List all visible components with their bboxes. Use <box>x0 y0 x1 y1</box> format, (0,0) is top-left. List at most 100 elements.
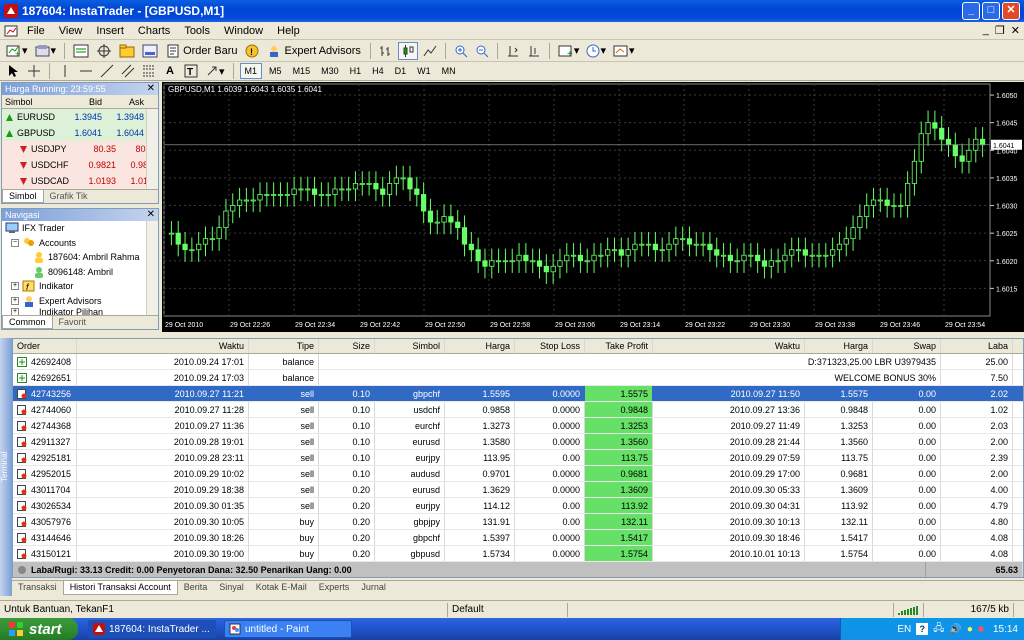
security-tray-icon[interactable]: ■ <box>978 624 984 635</box>
minimize-button[interactable]: _ <box>962 2 980 20</box>
crosshair-tool-icon[interactable] <box>25 62 43 80</box>
candlestick-chart[interactable]: 1.60151.60201.60251.60301.60351.60401.60… <box>162 82 1024 332</box>
table-row[interactable]: 43150121 2010.09.30 19:00 buy 0.20 gbpusd 1.5… <box>13 546 1023 562</box>
start-button[interactable]: start <box>0 618 78 640</box>
column-header[interactable]: Harga <box>445 339 515 353</box>
table-row[interactable]: 42952015 2010.09.29 10:02 sell 0.10 audusd 0.… <box>13 466 1023 482</box>
navigator-toggle-icon[interactable] <box>117 42 137 60</box>
line-chart-icon[interactable] <box>421 42 439 60</box>
market-watch-row[interactable]: USDCAD 1.0193 1.0196 <box>2 173 158 189</box>
tab-histori-transaksi[interactable]: Histori Transaksi Account <box>62 581 178 595</box>
table-row[interactable]: 42911327 2010.09.28 19:01 sell 0.10 eurusd 1.… <box>13 434 1023 450</box>
taskbar-paint[interactable]: untitled - Paint <box>224 620 352 638</box>
market-watch-scrollbar[interactable] <box>146 109 158 191</box>
price-chart[interactable]: 1.6015 1.6020 1.6025 1.6030 1.6035 1.6040 1.60… <box>162 82 1024 332</box>
profiles-button[interactable]: ▾ <box>33 42 59 60</box>
navigator-item-accounts[interactable]: − Accounts <box>5 236 158 251</box>
timeframe-m15[interactable]: M15 <box>289 63 315 79</box>
navigator-item-account-1[interactable]: 187604: Ambril Rahma <box>5 250 158 265</box>
column-header[interactable]: Waktu <box>77 339 249 353</box>
market-watch-row[interactable]: USDCHF 0.9821 0.9824 <box>2 157 158 173</box>
market-watch-toggle-icon[interactable] <box>71 42 91 60</box>
tab-simbol[interactable]: Simbol <box>2 190 44 203</box>
terminal-toggle-icon[interactable] <box>140 42 160 60</box>
menu-insert[interactable]: Insert <box>89 25 131 37</box>
volume-tray-icon[interactable]: 🔊 <box>949 624 961 635</box>
navigator-item-account-2[interactable]: 8096148: Ambril <box>5 265 158 280</box>
column-header[interactable]: Laba <box>941 339 1013 353</box>
expand-icon[interactable]: + <box>11 296 19 305</box>
column-header[interactable]: Harga <box>805 339 873 353</box>
timeframe-mn[interactable]: MN <box>438 63 460 79</box>
periods-clock-button[interactable]: ▾ <box>584 42 608 60</box>
table-row[interactable]: 42743256 2010.09.27 11:21 sell 0.10 gbpchf 1.… <box>13 386 1023 402</box>
expert-advisors-button[interactable]: Expert Advisors <box>264 42 363 60</box>
close-button[interactable]: ✕ <box>1002 2 1020 20</box>
horizontal-line-tool-icon[interactable] <box>77 62 95 80</box>
market-watch-close-icon[interactable]: ✕ <box>147 83 155 95</box>
candlestick-chart-icon[interactable] <box>397 41 418 60</box>
bar-chart-icon[interactable] <box>377 42 395 60</box>
timeframe-m5[interactable]: M5 <box>265 63 286 79</box>
navigator-item-expert-advisors[interactable]: + Expert Advisors <box>5 294 158 309</box>
column-header[interactable]: Simbol <box>375 339 445 353</box>
text-label-tool-icon[interactable]: T <box>182 62 200 80</box>
tab-kotak-email[interactable]: Kotak E-Mail <box>250 581 313 595</box>
new-chart-button[interactable]: + ▾ <box>4 42 30 60</box>
tab-jurnal[interactable]: Jurnal <box>355 581 392 595</box>
timeframe-d1[interactable]: D1 <box>391 63 411 79</box>
timeframe-w1[interactable]: W1 <box>413 63 435 79</box>
column-header[interactable]: Size <box>319 339 375 353</box>
market-watch-row[interactable]: USDJPY 80.35 80.38 <box>2 141 158 157</box>
menu-window[interactable]: Window <box>217 25 270 37</box>
table-row[interactable]: 42744060 2010.09.27 11:28 sell 0.10 usdchf 0.… <box>13 402 1023 418</box>
table-row[interactable]: 42744368 2010.09.27 11:36 sell 0.10 eurchf 1.… <box>13 418 1023 434</box>
menu-view[interactable]: View <box>52 25 90 37</box>
column-header[interactable]: Stop Loss <box>515 339 585 353</box>
collapse-icon[interactable]: − <box>11 238 19 247</box>
timeframe-h1[interactable]: H1 <box>346 63 366 79</box>
auto-scroll-icon[interactable] <box>504 42 522 60</box>
data-window-crosshair-icon[interactable] <box>94 42 114 60</box>
taskbar-instatrader[interactable]: 187604: InstaTrader ... <box>88 620 216 638</box>
zoom-in-icon[interactable] <box>452 42 470 60</box>
maximize-button[interactable]: □ <box>982 2 1000 20</box>
navigator-item-indicators[interactable]: + f Indikator <box>5 279 158 294</box>
trendline-tool-icon[interactable] <box>98 62 116 80</box>
menu-charts[interactable]: Charts <box>131 25 177 37</box>
zoom-out-icon[interactable] <box>473 42 491 60</box>
timeframe-m1[interactable]: M1 <box>239 63 263 79</box>
language-indicator[interactable]: EN <box>897 624 911 635</box>
expand-icon[interactable]: + <box>11 282 19 291</box>
tab-experts[interactable]: Experts <box>313 581 356 595</box>
navigator-item-root[interactable]: IFX Trader <box>5 221 158 236</box>
equidistant-channel-tool-icon[interactable] <box>119 62 137 80</box>
cursor-tool-icon[interactable] <box>4 62 22 80</box>
chart-shift-icon[interactable] <box>525 42 543 60</box>
timeframe-m30[interactable]: M30 <box>317 63 343 79</box>
menu-help[interactable]: Help <box>270 25 307 37</box>
indicators-button[interactable]: + ▾ <box>556 42 582 60</box>
table-row[interactable]: 43144646 2010.09.30 18:26 buy 0.20 gbpchf 1.5… <box>13 530 1023 546</box>
navigator-scrollbar[interactable] <box>146 221 158 315</box>
vertical-line-tool-icon[interactable] <box>56 62 74 80</box>
network-tray-icon[interactable]: 🖧 <box>933 621 944 638</box>
table-row[interactable]: 43011704 2010.09.29 18:38 sell 0.20 eurusd 1.… <box>13 482 1023 498</box>
column-header[interactable]: Order <box>13 339 77 353</box>
tab-common[interactable]: Common <box>2 316 53 329</box>
antivirus-tray-icon[interactable]: ● <box>967 624 973 635</box>
menu-file[interactable]: File <box>20 25 52 37</box>
timeframe-h4[interactable]: H4 <box>368 63 388 79</box>
table-row[interactable]: 42692651 2010.09.24 17:03 balance WELCOME B… <box>13 370 1023 386</box>
tab-transaksi[interactable]: Transaksi <box>12 581 63 595</box>
new-order-button[interactable]: Order Baru <box>163 42 240 60</box>
mdi-close-button[interactable]: ✕ <box>1011 24 1020 37</box>
navigator-close-icon[interactable]: ✕ <box>147 209 155 221</box>
column-header[interactable]: Tipe <box>249 339 319 353</box>
mdi-restore-button[interactable]: ❐ <box>995 24 1005 37</box>
arrows-tool-icon[interactable]: ▾ <box>203 62 227 80</box>
mdi-minimize-button[interactable]: _ <box>983 24 989 37</box>
tab-sinyal[interactable]: Sinyal <box>213 581 250 595</box>
templates-button[interactable]: ▾ <box>611 42 637 60</box>
table-row[interactable]: 42692408 2010.09.24 17:01 balance D:371323,… <box>13 354 1023 370</box>
